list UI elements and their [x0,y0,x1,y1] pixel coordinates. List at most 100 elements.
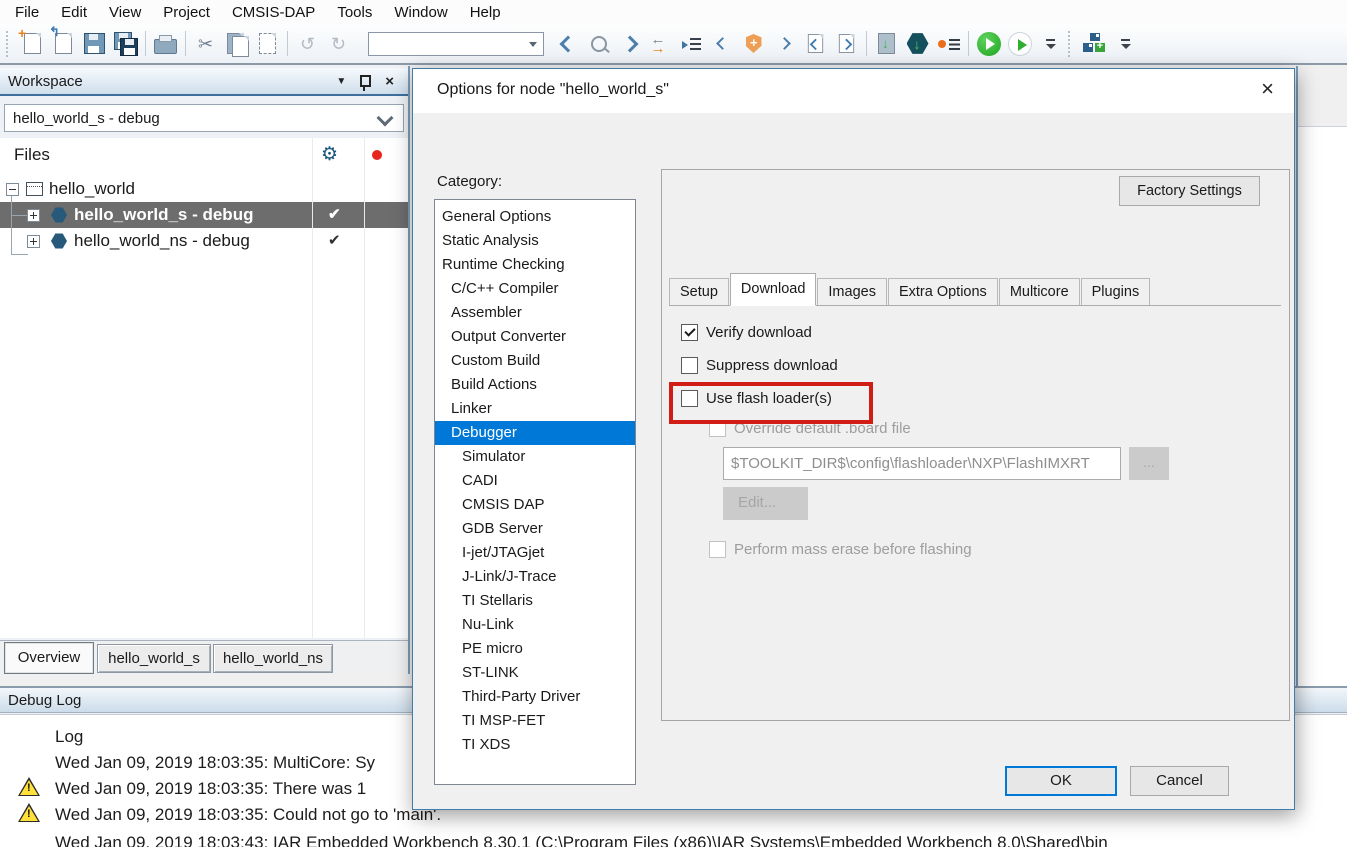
category-jlink-jtrace[interactable]: J-Link/J-Trace [435,565,635,589]
menu-item-project[interactable]: Project [152,2,221,23]
new-file-button[interactable] [17,28,48,59]
toggle-breakpoint-button[interactable] [933,28,964,59]
category-nu-link[interactable]: Nu-Link [435,613,635,637]
category-debugger[interactable]: Debugger [435,421,635,445]
browse-board-file-button: ... [1129,447,1169,480]
category-ti-stellaris[interactable]: TI Stellaris [435,589,635,613]
make-button[interactable] [1079,28,1110,59]
save-all-button[interactable] [110,28,141,59]
category-static-analysis[interactable]: Static Analysis [435,229,635,253]
category-listbox: General Options Static Analysis Runtime … [434,199,636,785]
nav-forward-button[interactable] [614,28,645,59]
gear-icon[interactable]: ⚙ [321,143,338,166]
open-file-button[interactable] [48,28,79,59]
tree-row-label: hello_world [49,176,135,202]
category-cadi[interactable]: CADI [435,469,635,493]
tab-extra-options[interactable]: Extra Options [888,278,998,305]
undo-button[interactable]: ↺ [292,28,323,59]
tab-images[interactable]: Images [817,278,887,305]
collapse-box-icon[interactable] [6,183,19,196]
category-assembler[interactable]: Assembler [435,301,635,325]
category-build-actions[interactable]: Build Actions [435,373,635,397]
suppress-download-checkbox[interactable] [681,357,698,374]
toolbar-separator [866,31,867,56]
close-icon: × [385,73,394,90]
menu-item-edit[interactable]: Edit [50,2,98,23]
dialog-close-button[interactable]: × [1261,78,1274,100]
download-file-icon [878,33,895,54]
category-st-link[interactable]: ST-LINK [435,661,635,685]
configuration-selector[interactable]: hello_world_s - debug [4,104,404,132]
menu-bar: File Edit View Project CMSIS-DAP Tools W… [0,0,1347,24]
menu-item-tools[interactable]: Tools [326,2,383,23]
expand-box-icon[interactable] [27,235,40,248]
tab-plugins[interactable]: Plugins [1081,278,1151,305]
toolbar-search-combobox[interactable] [368,32,544,56]
menu-item-file[interactable]: File [4,2,50,23]
nav-back-button[interactable] [552,28,583,59]
column-divider [312,138,313,638]
category-general-options[interactable]: General Options [435,205,635,229]
tab-download[interactable]: Download [730,273,817,306]
category-label: Category: [437,173,502,190]
redo-button[interactable]: ↻ [323,28,354,59]
category-output-converter[interactable]: Output Converter [435,325,635,349]
prev-bookmark-button[interactable] [707,28,738,59]
tree-row-project-selected[interactable]: hello_world_s - debug ✔ [0,202,408,228]
workspace-menu-button[interactable]: ▼ [336,76,346,87]
verify-download-checkbox[interactable] [681,324,698,341]
security-button[interactable] [738,28,769,59]
category-pe-micro[interactable]: PE micro [435,637,635,661]
category-custom-build[interactable]: Custom Build [435,349,635,373]
download-flash-button[interactable] [902,28,933,59]
goto-definition-button[interactable] [676,28,707,59]
expand-box-icon[interactable] [27,209,40,222]
workspace-pin-button[interactable] [360,75,371,87]
factory-settings-button[interactable]: Factory Settings [1119,176,1260,206]
tree-row-project[interactable]: hello_world_ns - debug ✔ [0,228,408,254]
tab-setup[interactable]: Setup [669,278,729,305]
toolbar-grip[interactable] [1068,31,1075,57]
menu-item-view[interactable]: View [98,2,152,23]
category-gdb-server[interactable]: GDB Server [435,517,635,541]
download-and-debug-button[interactable] [973,28,1004,59]
save-button[interactable] [79,28,110,59]
dialog-tab-strip: Setup Download Images Extra Options Mult… [669,275,1281,306]
category-runtime-checking[interactable]: Runtime Checking [435,253,635,277]
build-options-dropdown[interactable] [1110,28,1141,59]
warning-icon: ! [18,803,40,822]
find-button[interactable] [583,28,614,59]
mass-erase-checkbox [709,541,726,558]
category-ijet-jtagjet[interactable]: I-jet/JTAGjet [435,541,635,565]
debug-options-dropdown[interactable] [1035,28,1066,59]
cut-button[interactable]: ✂ [190,28,221,59]
category-linker[interactable]: Linker [435,397,635,421]
toggle-source-header-button[interactable] [645,28,676,59]
download-file-button[interactable] [871,28,902,59]
tab-overview[interactable]: Overview [4,642,94,674]
debug-without-download-button[interactable] [1004,28,1035,59]
ok-button[interactable]: OK [1005,766,1117,796]
workspace-close-button[interactable]: × [385,73,394,90]
next-bookmark-button[interactable] [769,28,800,59]
prev-file-button[interactable] [800,28,831,59]
category-c-compiler[interactable]: C/C++ Compiler [435,277,635,301]
category-simulator[interactable]: Simulator [435,445,635,469]
category-ti-xds[interactable]: TI XDS [435,733,635,757]
menu-item-cmsis-dap[interactable]: CMSIS-DAP [221,2,326,23]
category-third-party[interactable]: Third-Party Driver [435,685,635,709]
tree-row-workspace[interactable]: hello_world [0,176,408,202]
print-button[interactable] [150,28,181,59]
tab-multicore[interactable]: Multicore [999,278,1080,305]
cancel-button[interactable]: Cancel [1130,766,1229,796]
copy-button[interactable] [221,28,252,59]
category-ti-msp-fet[interactable]: TI MSP-FET [435,709,635,733]
toolbar-grip[interactable] [6,31,13,57]
next-file-button[interactable] [831,28,862,59]
menu-item-help[interactable]: Help [459,2,512,23]
menu-item-window[interactable]: Window [383,2,458,23]
category-cmsis-dap[interactable]: CMSIS DAP [435,493,635,517]
tab-hello-world-s[interactable]: hello_world_s [97,644,211,673]
tab-hello-world-ns[interactable]: hello_world_ns [213,644,333,673]
paste-button[interactable] [252,28,283,59]
